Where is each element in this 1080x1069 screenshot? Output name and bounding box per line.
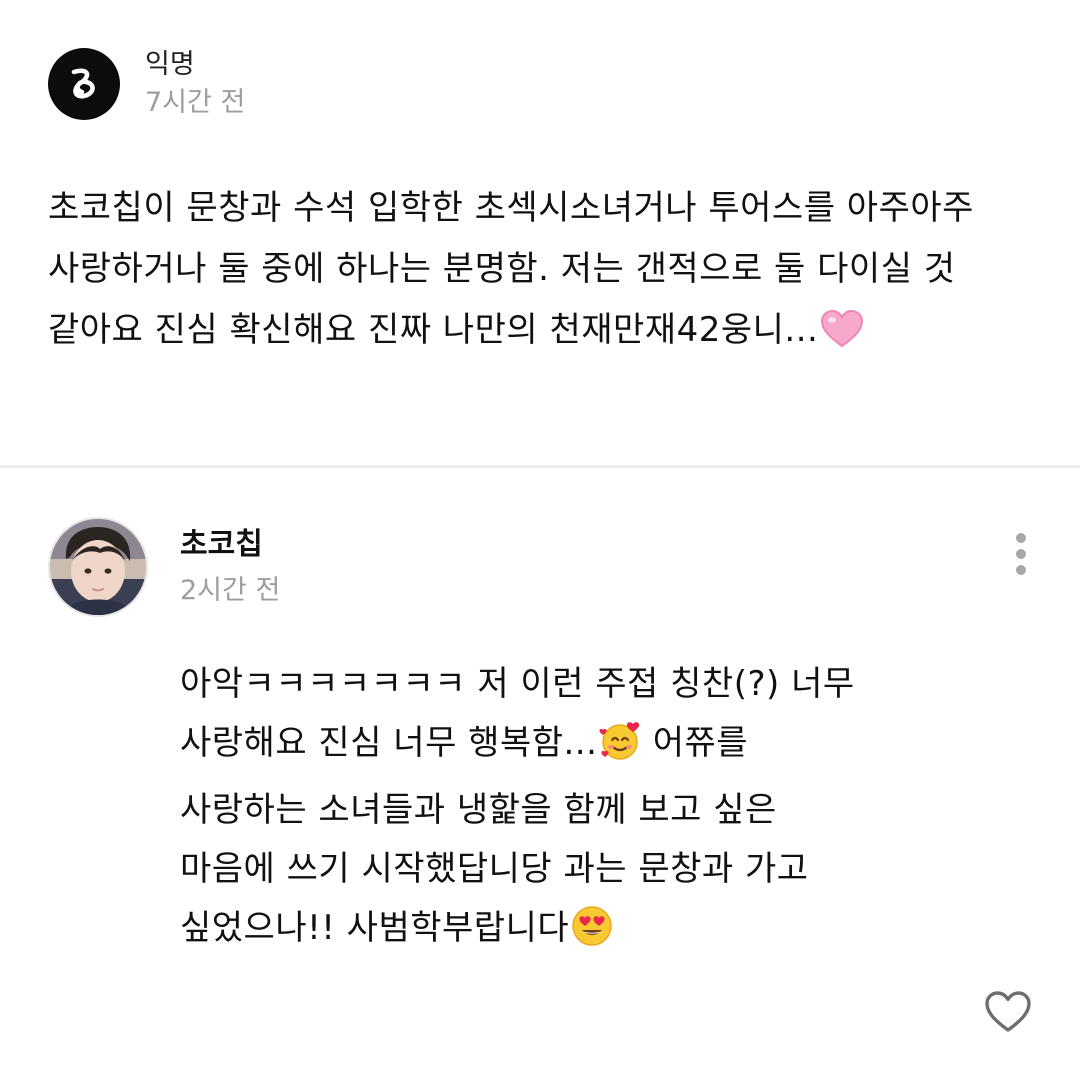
question-timestamp: 7시간 전 [145,87,246,118]
answer-header: 초코칩 2시간 전 [48,517,280,617]
answer-timestamp: 2시간 전 [180,575,281,606]
answer-text-block: 아악ㅋㅋㅋㅋㅋㅋㅋ 저 이런 주접 칭찬(?) 너무 사랑해요 진심 너무 행복… [180,655,870,966]
question-meta: 익명 7시간 전 [145,47,245,121]
answer-meta: 초코칩 2시간 전 [180,525,280,609]
qa-page: 익명 7시간 전 초코칩이 문창과 수석 입학한 초섹시소녀거나 투어스를 아주… [0,0,1080,1069]
more-vertical-icon-dot [1016,565,1026,575]
smiling-face-with-hearts-emoji [599,720,641,781]
answer-text-part-1: 아악ㅋㅋㅋㅋㅋㅋㅋ 저 이런 주접 칭찬(?) 너무 사랑해요 진심 너무 행복… [180,664,855,763]
question-text-block: 초코칩이 문창과 수석 입학한 초섹시소녀거나 투어스를 아주아주 사랑하거나 … [48,178,1016,369]
question-header: 익명 7시간 전 [48,48,245,120]
like-button[interactable] [984,990,1032,1034]
question-post: 익명 7시간 전 초코칩이 문창과 수석 입학한 초섹시소녀거나 투어스를 아주… [0,0,1080,466]
answer-author[interactable]: 초코칩 [180,525,280,565]
anonymous-avatar [48,48,120,120]
pink-heart-emoji [820,308,864,369]
more-options-button[interactable] [1004,530,1038,578]
section-divider [0,465,1080,468]
more-vertical-icon-dot [1016,549,1026,559]
more-vertical-icon-dot [1016,533,1026,543]
anonymous-logo-icon [71,68,95,99]
user-profile-photo [50,519,146,615]
heart-outline-icon [985,991,1031,1032]
user-avatar[interactable] [48,517,148,617]
heart-eyes-emoji [571,905,613,966]
question-author: 익명 [145,49,195,80]
